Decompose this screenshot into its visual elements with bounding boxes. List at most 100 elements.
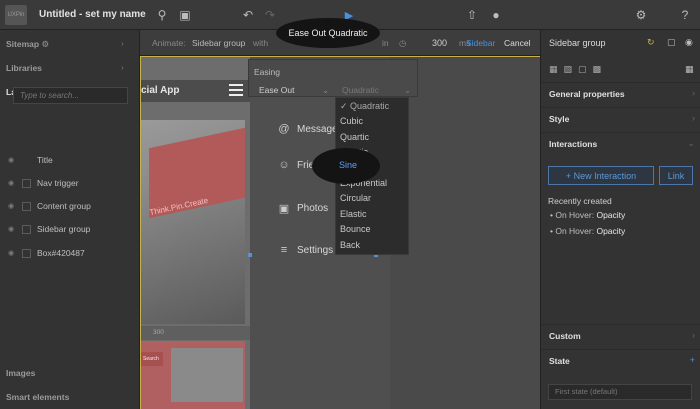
- hamburger-icon[interactable]: [229, 84, 243, 96]
- dropdown-option[interactable]: Back: [340, 240, 360, 250]
- ease-curve-value: Quadratic: [342, 85, 379, 95]
- ease-type-select[interactable]: Ease Out ⌄: [259, 85, 329, 95]
- easing-selector[interactable]: Ease Out Quadratic: [276, 18, 380, 48]
- share-icon[interactable]: ●: [487, 6, 505, 24]
- layer-item[interactable]: ◉ Title: [8, 152, 136, 168]
- sidebar-link[interactable]: Sidebar: [466, 38, 495, 48]
- grid-icon[interactable]: ▦: [685, 64, 694, 75]
- dropdown-option[interactable]: Circular: [340, 193, 371, 203]
- group-icon[interactable]: ▩: [593, 64, 602, 75]
- dropdown-option[interactable]: ✓ Quadratic: [340, 101, 389, 112]
- option-label: Quadratic: [350, 101, 390, 111]
- layer-item[interactable]: ◉ Nav trigger: [8, 175, 136, 191]
- search-icon[interactable]: ⚲: [153, 6, 171, 24]
- layer-search-input[interactable]: Type to search...: [13, 87, 128, 104]
- section-custom[interactable]: Custom ›: [541, 324, 700, 346]
- with-label: with: [253, 38, 269, 48]
- menu-label: Photos: [297, 202, 329, 214]
- eye-icon[interactable]: ◉: [685, 37, 693, 48]
- resize-handle[interactable]: [248, 253, 252, 257]
- align-toolbar: ▦ ▧ ▢ ▩: [549, 64, 601, 75]
- section-general[interactable]: General properties ›: [541, 82, 700, 104]
- chevron-right-icon[interactable]: ›: [121, 63, 124, 72]
- section-label: General properties: [549, 89, 625, 99]
- plus-icon[interactable]: +: [690, 355, 695, 365]
- section-label: State: [549, 356, 570, 366]
- hero-photo: Think.Pin.Create: [141, 120, 245, 324]
- image-icon: ▣: [278, 202, 290, 215]
- selection-border: [140, 56, 540, 57]
- distribute-icon[interactable]: ▧: [564, 64, 573, 75]
- layer-checkbox[interactable]: [22, 156, 31, 165]
- artboard[interactable]: cial App Think.Pin.Create 300 Search: [140, 56, 250, 409]
- cancel-button[interactable]: Cancel: [504, 38, 530, 48]
- selection-border: [140, 56, 141, 409]
- layer-checkbox[interactable]: [22, 178, 31, 188]
- section-state[interactable]: State +: [541, 349, 700, 371]
- chat-search[interactable]: Search: [141, 352, 163, 366]
- layer-checkbox[interactable]: [22, 201, 31, 211]
- menu-item-settings[interactable]: ≡ Settings: [276, 242, 333, 258]
- element-title[interactable]: Sidebar group: [549, 38, 606, 48]
- layer-label: Nav trigger: [37, 178, 79, 188]
- state-input[interactable]: First state (default): [548, 384, 692, 400]
- sitemap-settings-icon: ⚙: [41, 39, 50, 49]
- menu-item-message[interactable]: @ Message: [276, 121, 337, 137]
- eye-icon[interactable]: ◉: [8, 202, 20, 210]
- layer-label: Sidebar group: [37, 224, 91, 234]
- project-title[interactable]: Untitled - set my name: [39, 9, 146, 20]
- smart-elements-tab[interactable]: Smart elements: [6, 392, 69, 402]
- duration-input[interactable]: 300: [432, 38, 447, 48]
- section-interactions[interactable]: Interactions ⌄: [541, 132, 700, 154]
- chevron-right-icon: ›: [692, 113, 695, 123]
- eye-icon[interactable]: ◉: [8, 179, 20, 187]
- sliders-icon: ≡: [280, 244, 288, 256]
- menu-item-photos[interactable]: ▣ Photos: [276, 200, 328, 216]
- app-header: cial App: [141, 80, 250, 102]
- section-style[interactable]: Style ›: [541, 107, 700, 129]
- dropdown-option[interactable]: Bounce: [340, 224, 371, 234]
- images-tab[interactable]: Images: [6, 368, 35, 378]
- dropdown-option[interactable]: Quartic: [340, 132, 369, 142]
- help-icon[interactable]: ?: [676, 6, 694, 24]
- layer-checkbox[interactable]: [22, 224, 31, 234]
- app-title: cial App: [141, 85, 180, 96]
- recent-interaction[interactable]: • On Hover: Opacity: [550, 226, 625, 236]
- chevron-down-icon: ⌄: [687, 138, 695, 148]
- eye-icon[interactable]: ◉: [8, 225, 20, 233]
- easing-title: Easing: [254, 67, 280, 77]
- dropdown-option[interactable]: Cubic: [340, 116, 363, 126]
- lock-icon[interactable]: ▢: [667, 37, 676, 48]
- ease-curve-select[interactable]: Quadratic ⌄: [342, 85, 411, 95]
- crop-icon[interactable]: ▣: [176, 6, 194, 24]
- new-interaction-button[interactable]: + New Interaction: [548, 166, 654, 185]
- layer-checkbox[interactable]: [22, 248, 31, 258]
- easing-popup: Easing Ease Out ⌄ Quadratic ⌄: [248, 59, 418, 97]
- sitemap-tab[interactable]: Sitemap ⚙: [6, 39, 49, 50]
- app-logo[interactable]: UXPin: [5, 5, 27, 25]
- recent-value: Opacity: [596, 226, 626, 236]
- eye-icon[interactable]: ◉: [8, 156, 20, 164]
- dropdown-option[interactable]: Elastic: [340, 209, 367, 219]
- chevron-down-icon: ⌄: [404, 85, 412, 95]
- layer-item[interactable]: ◉ Box#420487: [8, 245, 136, 261]
- sync-icon[interactable]: ↻: [647, 37, 655, 48]
- section-label: Custom: [549, 331, 581, 341]
- align-icon[interactable]: ▦: [549, 64, 558, 75]
- gear-icon[interactable]: ⚙: [632, 6, 650, 24]
- sitemap-label: Sitemap: [6, 39, 40, 49]
- redo-icon[interactable]: ↷: [261, 6, 279, 24]
- lock-small-icon[interactable]: ▢: [578, 64, 587, 75]
- eye-icon[interactable]: ◉: [8, 249, 20, 257]
- export-icon[interactable]: ⇧: [463, 6, 481, 24]
- layer-item[interactable]: ◉ Sidebar group: [8, 221, 136, 237]
- undo-icon[interactable]: ↶: [239, 6, 257, 24]
- animate-label: Animate:: [152, 38, 186, 48]
- link-button[interactable]: Link: [659, 166, 693, 185]
- dropdown-option-highlighted[interactable]: Sine: [339, 160, 357, 170]
- layer-item[interactable]: ◉ Content group: [8, 198, 136, 214]
- recent-interaction[interactable]: • On Hover: Opacity: [550, 210, 625, 220]
- animate-target[interactable]: Sidebar group: [192, 38, 245, 48]
- chevron-right-icon[interactable]: ›: [121, 39, 124, 48]
- libraries-tab[interactable]: Libraries: [6, 63, 42, 73]
